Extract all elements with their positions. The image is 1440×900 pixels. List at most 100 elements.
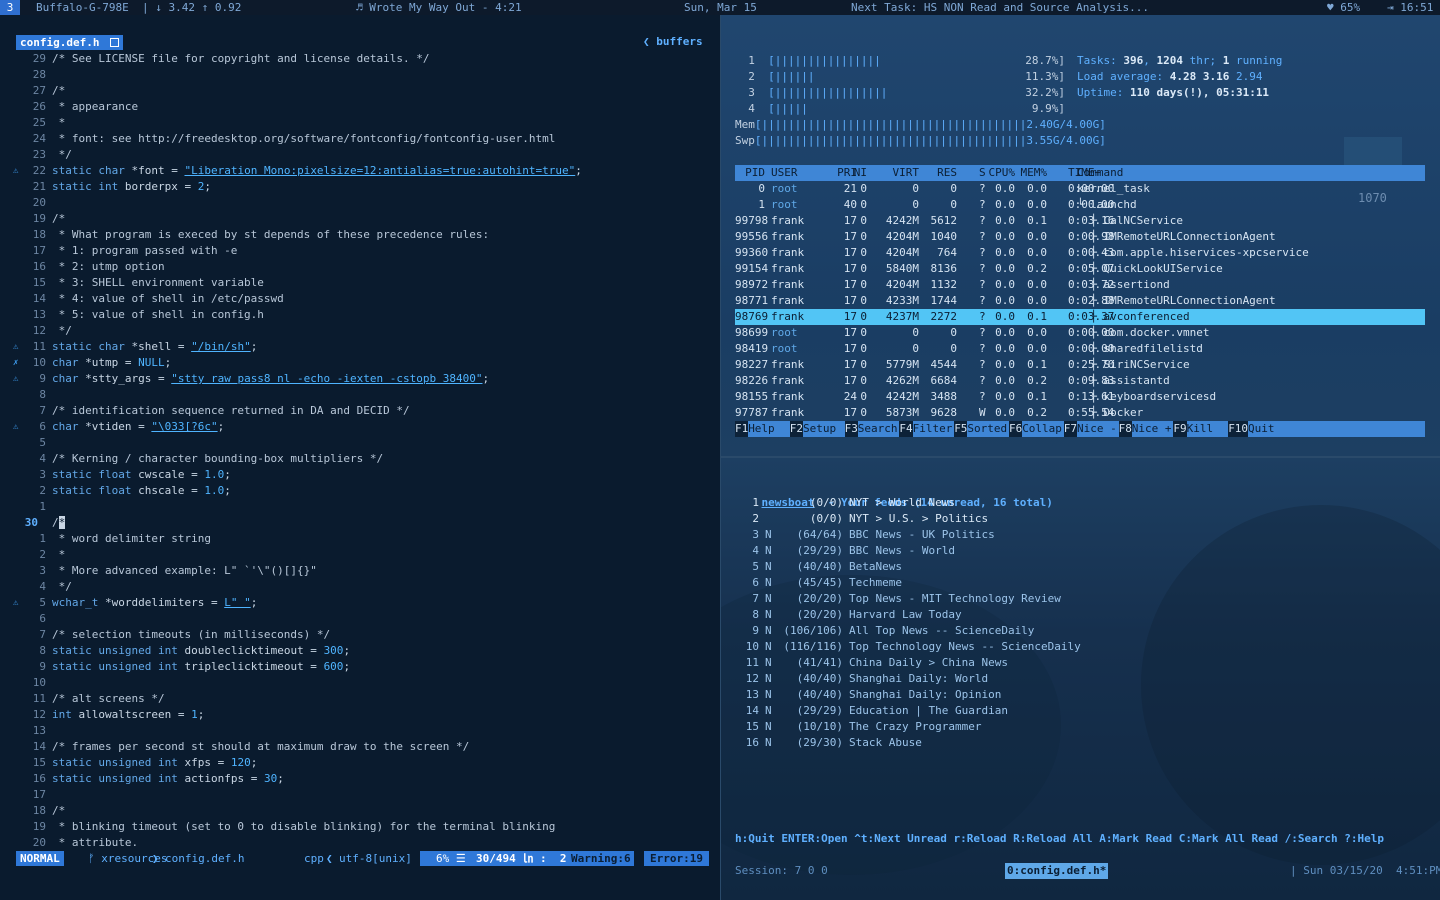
code-line[interactable]: 11 /* alt screens */ — [0, 691, 720, 707]
column-header[interactable]: USER — [771, 165, 798, 181]
process-row[interactable]: 99556 frank 17 0 4204M 1040? 0.0 0.0 0:00.98 ├ I… — [735, 229, 1425, 245]
function-key-label[interactable]: Setup — [803, 421, 837, 437]
feed-item[interactable]: 4 N (29/29) BBC News - World — [735, 543, 1425, 559]
code-line[interactable]: 15 * 3: SHELL environment variable — [0, 275, 720, 291]
feed-item[interactable]: 1 (0/0) NYT > World News — [735, 495, 1425, 511]
feed-item[interactable]: 2 (0/0) NYT > U.S. > Politics — [735, 511, 1425, 527]
code-line[interactable]: 26 * appearance — [0, 99, 720, 115]
process-row[interactable]: 98699 root 17 0 0 0? 0.0 0.0 0:00.00 ├ com.docke… — [735, 325, 1425, 341]
code-line[interactable]: 9 ⚠ char *stty_args = "stty raw pass8 nl -… — [0, 371, 720, 387]
code-line[interactable]: 10 — [0, 675, 720, 691]
function-key-label[interactable]: Help — [748, 421, 775, 437]
function-key-label[interactable]: Nice - — [1077, 421, 1117, 437]
code-line[interactable]: 16 * 2: utmp option — [0, 259, 720, 275]
code-line[interactable]: 20 — [0, 195, 720, 211]
code-line[interactable]: 2 static float chscale = 1.0; — [0, 483, 720, 499]
code-line[interactable]: 27 /* — [0, 83, 720, 99]
code-line[interactable]: 21 static int borderpx = 2; — [0, 179, 720, 195]
process-row[interactable]: 98155 frank 24 0 4242M 3488? 0.0 0.1 0:13.61 ├ k… — [735, 389, 1425, 405]
code-line[interactable]: 10 ✗ char *utmp = NULL; — [0, 355, 720, 371]
code-line[interactable]: 18 * What program is execed by st depend… — [0, 227, 720, 243]
process-row[interactable]: 99154 frank 17 0 5840M 8136? 0.0 0.2 0:05.07 ├ Q… — [735, 261, 1425, 277]
code-line[interactable]: 8 — [0, 387, 720, 403]
code-line[interactable]: 22 ⚠ static char *font = "Liberation Mono:… — [0, 163, 720, 179]
code-line[interactable]: 30 /* — [0, 515, 720, 531]
code-line[interactable]: 17 — [0, 787, 720, 803]
code-line[interactable]: 14 /* frames per second st should at maxi… — [0, 739, 720, 755]
code-line[interactable]: 13 — [0, 723, 720, 739]
feed-item[interactable]: 11 N (41/41) China Daily > China News — [735, 655, 1425, 671]
process-row[interactable]: 98226 frank 17 0 4262M 6684? 0.0 0.2 0:09.83 ├ a… — [735, 373, 1425, 389]
process-row[interactable]: 1 root 40 0 0 0? 0.0 0.0 0:00.00 └ launchd — [735, 197, 1425, 213]
feed-item[interactable]: 10 N (116/116) Top Technology News -- Scien… — [735, 639, 1425, 655]
process-row[interactable]: 98227 frank 17 0 5779M 4544? 0.0 0.1 0:25.70 ├ S… — [735, 357, 1425, 373]
htop-function-keys[interactable]: F1 Help F2 Setup F3 Search F4 Filter F5 Sorted F6 C… — [735, 421, 1425, 437]
code-line[interactable]: 16 static unsigned int actionfps = 30; — [0, 771, 720, 787]
code-line[interactable]: 3 * More advanced example: L" `'\"()[]{}… — [0, 563, 720, 579]
process-table-header[interactable]: PID USER PRI NI VIRT RES S CPU% MEM% TIME+ Command — [735, 165, 1425, 181]
feed-item[interactable]: 8 N (20/20) Harvard Law Today — [735, 607, 1425, 623]
function-key-label[interactable]: Quit — [1248, 421, 1275, 437]
process-row[interactable]: 99798 frank 17 0 4242M 5612? 0.0 0.1 0:03.16 ├ C… — [735, 213, 1425, 229]
code-line[interactable]: 5 ⚠ wchar_t *worddelimiters = L" "; — [0, 595, 720, 611]
code-line[interactable]: 24 * font: see http://freedesktop.org/so… — [0, 131, 720, 147]
function-key-label[interactable]: Kill — [1186, 421, 1214, 437]
code-line[interactable]: 23 */ — [0, 147, 720, 163]
tmux-window-tab[interactable]: 0:config.def.h* — [1005, 863, 1109, 879]
newsboat-panel[interactable]: newsboat - Your feeds (14 unread, 16 tot… — [721, 458, 1440, 900]
feed-item[interactable]: 15 N (10/10) The Crazy Programmer — [735, 719, 1425, 735]
code-line[interactable]: 11 ⚠ static char *shell = "/bin/sh"; — [0, 339, 720, 355]
function-key-label[interactable]: Filter — [912, 421, 953, 437]
process-row[interactable]: 0 root 21 0 0 0? 0.0 0.0 0:00.00 kernel_task — [735, 181, 1425, 197]
code-line[interactable]: 15 static unsigned int xfps = 120; — [0, 755, 720, 771]
function-key-label[interactable]: Search — [857, 421, 898, 437]
code-line[interactable]: 3 static float cwscale = 1.0; — [0, 467, 720, 483]
code-line[interactable]: 8 static unsigned int doubleclicktimeout … — [0, 643, 720, 659]
error-count[interactable]: Error:19 — [644, 851, 709, 866]
code-line[interactable]: 19 /* — [0, 211, 720, 227]
feed-item[interactable]: 13 N (40/40) Shanghai Daily: Opinion — [735, 687, 1425, 703]
process-row[interactable]: 98972 frank 17 0 4204M 1132? 0.0 0.0 0:03.72 ├ a… — [735, 277, 1425, 293]
feed-item[interactable]: 14 N (29/29) Education | The Guardian — [735, 703, 1425, 719]
code-line[interactable]: 6 ⚠ char *vtiden = "\033[?6c"; — [0, 419, 720, 435]
buffer-tab[interactable]: config.def.h — [16, 35, 124, 50]
code-line[interactable]: 6 — [0, 611, 720, 627]
code-line[interactable]: 12 int allowaltscreen = 1; — [0, 707, 720, 723]
function-key-label[interactable]: Sorted — [967, 421, 1008, 437]
feed-item[interactable]: 7 N (20/20) Top News - MIT Technology Revie… — [735, 591, 1425, 607]
column-header[interactable]: NI — [845, 165, 867, 181]
feed-item[interactable]: 12 N (40/40) Shanghai Daily: World — [735, 671, 1425, 687]
code-line[interactable]: 18 /* — [0, 803, 720, 819]
code-line[interactable]: 20 * attribute. — [0, 835, 720, 851]
vim-editor-pane[interactable]: config.def.h ❮ buffers 29/* See LICENSE … — [0, 15, 720, 900]
feed-item[interactable]: 6 N (45/45) Techmeme — [735, 575, 1425, 591]
process-row[interactable]: 98769 frank 17 0 4237M 2272? 0.0 0.1 0:03.37 ├ a… — [735, 309, 1425, 325]
column-header[interactable]: RES — [919, 165, 957, 181]
feed-item[interactable]: 3 N (64/64) BBC News - UK Politics — [735, 527, 1425, 543]
function-key-label[interactable]: Collap — [1022, 421, 1062, 437]
code-line[interactable]: 14 * 4: value of shell in /etc/passwd — [0, 291, 720, 307]
feed-item[interactable]: 5 N (40/40) BetaNews — [735, 559, 1425, 575]
code-line[interactable]: 7 /* identification sequence returned in … — [0, 403, 720, 419]
code-line[interactable]: 5 — [0, 435, 720, 451]
column-header[interactable]: PID — [735, 165, 765, 181]
process-row[interactable]: 98419 root 17 0 0 0? 0.0 0.0 0:00.00 ├ sharedfil… — [735, 341, 1425, 357]
code-line[interactable]: 2 * — [0, 547, 720, 563]
code-line[interactable]: 17 * 1: program passed with -e — [0, 243, 720, 259]
code-line[interactable]: 13 * 5: value of shell in config.h — [0, 307, 720, 323]
code-line[interactable]: 19 * blinking timeout (set to 0 to disab… — [0, 819, 720, 835]
code-line[interactable]: 1 — [0, 499, 720, 515]
code-line[interactable]: 4 /* Kerning / character bounding-box mul… — [0, 451, 720, 467]
code-line[interactable]: 1 * word delimiter string — [0, 531, 720, 547]
code-line[interactable]: 12 */ — [0, 323, 720, 339]
function-key-label[interactable]: Nice + — [1131, 421, 1172, 437]
process-row[interactable]: 97787 frank 17 0 5873M 9628 W 0.0 0.2 0:55.54 ├ D… — [735, 405, 1425, 421]
code-line[interactable]: 29 /* See LICENSE file for copyright and … — [0, 51, 720, 67]
buffers-indicator[interactable]: ❮ buffers — [643, 34, 703, 50]
code-line[interactable]: 9 static unsigned int tripleclicktimeout … — [0, 659, 720, 675]
process-row[interactable]: 99360 frank 17 0 4204M 764? 0.0 0.0 0:00.43 ├ co… — [735, 245, 1425, 261]
column-header[interactable]: VIRT — [873, 165, 920, 181]
code-line[interactable]: 4 */ — [0, 579, 720, 595]
code-line[interactable]: 25 * — [0, 115, 720, 131]
feed-item[interactable]: 16 N (29/30) Stack Abuse — [735, 735, 1425, 751]
